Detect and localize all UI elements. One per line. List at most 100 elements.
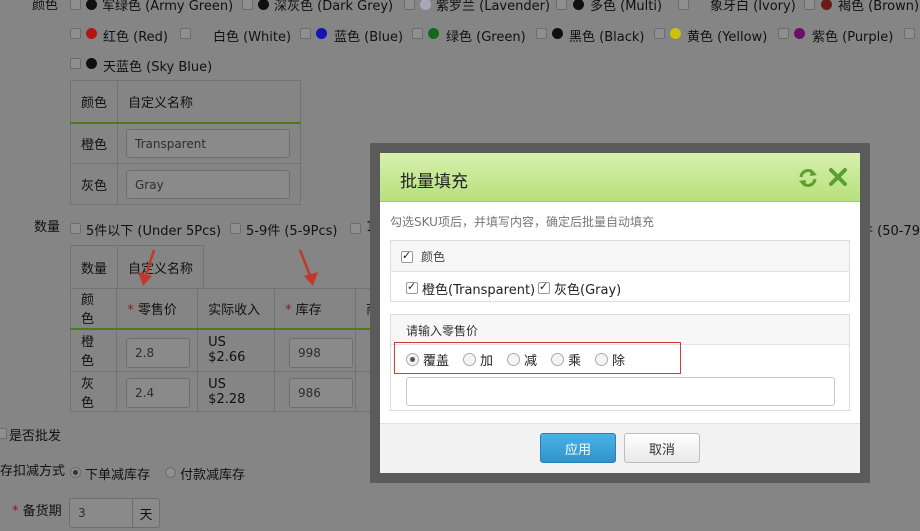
col-header-custom-name: 自定义名称: [117, 80, 301, 124]
checkbox-green[interactable]: [412, 28, 423, 39]
swatch-red: [86, 28, 97, 39]
checkbox-black[interactable]: [536, 28, 547, 39]
swatch-multi: [573, 0, 584, 10]
checkbox-yellow[interactable]: [654, 28, 665, 39]
lead-time-label-text: 备货期: [22, 504, 62, 519]
option-yellow-label: 黄色 (Yellow): [687, 30, 768, 45]
radio-order-reduce[interactable]: [70, 467, 81, 478]
color-group-label: 颜色: [421, 250, 446, 264]
op-label-overwrite: 覆盖: [423, 354, 450, 369]
op-radio-divide[interactable]: [595, 353, 608, 366]
lead-time-unit: 天: [132, 498, 160, 528]
custom-name-input-orange[interactable]: Transparent: [126, 129, 290, 158]
required-mark: *: [284, 302, 292, 318]
lead-time-input[interactable]: 3: [69, 498, 133, 528]
option-purple-label: 紫色 (Purple): [812, 30, 894, 45]
color-group-checkbox[interactable]: [401, 249, 413, 263]
checkbox-army-green[interactable]: [70, 0, 81, 10]
op-radio-overwrite[interactable]: [406, 353, 419, 366]
color-item-checkbox-gray[interactable]: [538, 280, 550, 294]
checkbox-blue[interactable]: [300, 28, 311, 39]
col-header-color: 颜色: [70, 80, 118, 124]
cancel-button[interactable]: 取消: [624, 433, 700, 463]
cell-income: US $2.28: [197, 371, 275, 412]
op-radio-add[interactable]: [463, 353, 476, 366]
checkbox-10[interactable]: [350, 223, 361, 234]
option-army-green-label: 军绿色 (Army Green): [102, 0, 234, 14]
price-input-gray[interactable]: 2.4: [126, 378, 190, 408]
radio-pay-reduce[interactable]: [165, 467, 176, 478]
checkbox-5-9[interactable]: [230, 223, 241, 234]
op-label-divide: 除: [612, 354, 626, 369]
price-header-text: 零售价: [137, 302, 177, 318]
stock-input-orange[interactable]: 998: [289, 338, 353, 368]
cell-color: 橙色: [69, 328, 118, 372]
checkbox-extra-cut[interactable]: [904, 28, 915, 39]
color-item-label-gray: 灰色(Gray): [554, 283, 622, 298]
checkbox-white[interactable]: [180, 28, 191, 39]
option-brown-label: 褐色 (Brown): [838, 0, 920, 14]
refresh-icon[interactable]: [797, 167, 819, 189]
annotation-arrow-icon: [138, 249, 156, 286]
op-radio-multiply[interactable]: [551, 353, 564, 366]
dialog-title: 批量填充: [400, 172, 468, 192]
checkbox-ivory[interactable]: [678, 0, 689, 10]
col-header-quantity: 数量: [70, 245, 118, 289]
required-mark: *: [127, 302, 134, 318]
stock-header-text: 库存: [295, 302, 322, 318]
swatch-brown: [821, 0, 832, 10]
color-item-label-orange: 橙色(Transparent): [422, 283, 536, 298]
radio-order-reduce-label: 下单减库存: [85, 468, 151, 483]
option-blue-label: 蓝色 (Blue): [334, 30, 404, 45]
checkbox-purple[interactable]: [778, 28, 789, 39]
stock-method-label: 存扣减方式: [0, 464, 66, 479]
op-radio-subtract[interactable]: [507, 353, 520, 366]
cell-color: 灰色: [69, 371, 118, 412]
option-under-5-label: 5件以下 (Under 5Pcs): [86, 224, 222, 239]
radio-pay-reduce-label: 付款减库存: [180, 468, 246, 483]
swatch-blue: [316, 28, 327, 39]
batch-value-input[interactable]: [406, 377, 835, 406]
required-mark: *: [12, 504, 19, 519]
color-group-box: 颜色 橙色(Transparent) 灰色(Gray): [390, 240, 850, 302]
checkbox-wholesale[interactable]: [0, 428, 7, 439]
checkbox-under-5[interactable]: [70, 223, 81, 234]
swatch-army-green: [86, 0, 97, 10]
dialog-hint: 勾选SKU项后，并填写内容，确定后批量自动填充: [390, 215, 654, 229]
color-section-label: 颜色: [32, 0, 59, 13]
swatch-yellow: [670, 28, 681, 39]
col-header-stock: * 库存: [273, 288, 356, 330]
checkbox-brown[interactable]: [804, 0, 815, 10]
op-label-subtract: 减: [524, 354, 538, 369]
batch-fill-dialog: 批量填充 勾选SKU项后，并填写内容，确定后批量自动填充 颜色 橙色(Trans…: [380, 153, 860, 473]
option-white-label: 白色 (White): [213, 30, 292, 45]
checkbox-dark-grey[interactable]: [242, 0, 253, 10]
checkbox-red[interactable]: [70, 28, 81, 39]
price-input-orange[interactable]: 2.8: [126, 338, 190, 368]
col-header-custom-name-2: 自定义名称: [117, 245, 204, 289]
cell-color: 灰色: [70, 163, 118, 205]
option-dark-grey-label: 深灰色 (Dark Grey): [274, 0, 394, 14]
col-header-income: 实际收入: [197, 288, 275, 330]
batch-fill-dialog-frame: 批量填充 勾选SKU项后，并填写内容，确定后批量自动填充 颜色 橙色(Trans…: [370, 143, 870, 483]
checkbox-lavender[interactable]: [404, 0, 415, 10]
swatch-green: [428, 28, 439, 39]
swatch-purple: [794, 28, 805, 39]
dialog-footer: 应用 取消: [380, 423, 860, 473]
quantity-section-label: 数量: [34, 220, 61, 235]
stock-input-gray[interactable]: 986: [289, 378, 353, 408]
apply-button[interactable]: 应用: [540, 433, 616, 463]
option-red-label: 红色 (Red): [103, 30, 168, 45]
cell-income: US $2.66: [197, 328, 275, 372]
color-group-header: [391, 241, 849, 272]
color-item-checkbox-orange[interactable]: [406, 280, 418, 294]
price-section-box: 请输入零售价 覆盖 加 减 乘 除: [390, 314, 850, 411]
custom-name-input-gray[interactable]: Gray: [126, 170, 290, 199]
col-header-price: * 零售价: [116, 288, 199, 330]
cell-color: 橙色: [70, 122, 118, 164]
checkbox-sky-blue[interactable]: [70, 58, 81, 69]
close-icon[interactable]: [828, 167, 848, 187]
price-section-label: 请输入零售价: [406, 324, 479, 338]
option-green-label: 绿色 (Green): [446, 30, 526, 45]
checkbox-multi[interactable]: [556, 0, 567, 10]
